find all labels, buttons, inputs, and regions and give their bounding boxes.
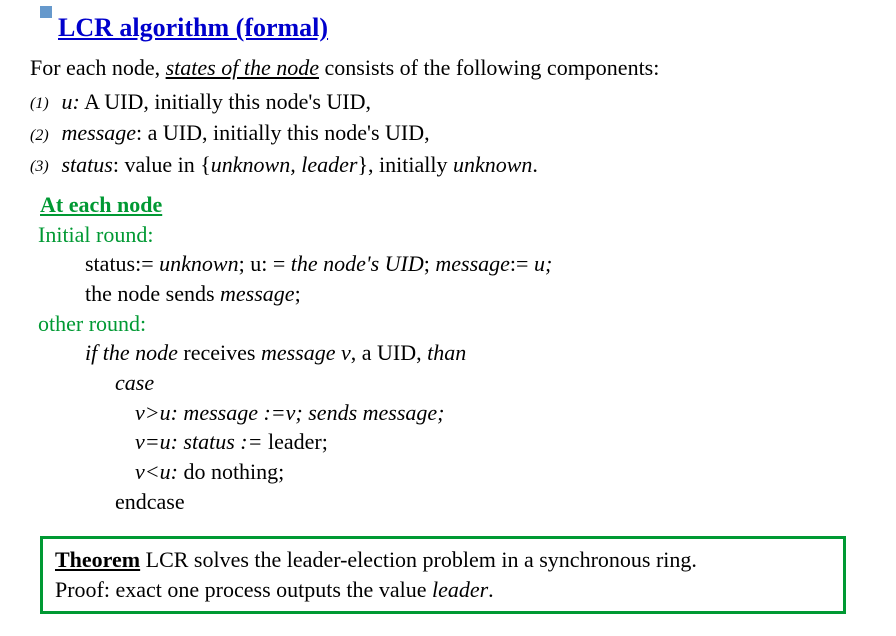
term-u: u: [62, 89, 80, 114]
c1a: v>u: message :=v; sends message; [135, 400, 445, 425]
component-2: (2) message: a UID, initially this node'… [30, 118, 866, 148]
theorem-label: Theorem [55, 547, 140, 572]
proof-a: Proof: exact one process outputs the val… [55, 577, 432, 602]
ol1e: than [427, 340, 466, 365]
intro-prefix: For each node, [30, 55, 166, 80]
c2b: leader; [262, 429, 327, 454]
text-3e: . [532, 152, 538, 177]
il2c: ; [295, 281, 301, 306]
theorem-line: Theorem LCR solves the leader-election p… [55, 545, 831, 575]
text-3a: : value in { [113, 152, 211, 177]
il2a: the node sends [85, 281, 220, 306]
proof-line: Proof: exact one process outputs the val… [55, 575, 831, 605]
ol1a: if the node [85, 340, 178, 365]
il1g: := [510, 251, 534, 276]
text-2: : a UID, initially this node's UID, [136, 120, 430, 145]
other-line-1: if the node receives message v, a UID, t… [85, 338, 866, 368]
intro-suffix: consists of the following components: [319, 55, 659, 80]
slide-title[interactable]: LCR algorithm (formal) [40, 10, 866, 45]
num-1: (1) [30, 93, 56, 115]
component-3: (3) status: value in {unknown, leader}, … [30, 150, 866, 180]
intro-line: For each node, states of the node consis… [30, 53, 866, 83]
initial-line-1: status:= unknown; u: = the node's UID; m… [85, 249, 866, 279]
il1e: ; [424, 251, 436, 276]
il1a: status:= [85, 251, 159, 276]
text-3d: unknown [453, 152, 532, 177]
text-3c: }, initially [357, 152, 453, 177]
component-1: (1) u: A UID, initially this node's UID, [30, 87, 866, 117]
c2a: v=u: status := [135, 429, 262, 454]
initial-line-2: the node sends message; [85, 279, 866, 309]
case-keyword: case [115, 368, 866, 398]
il1d: the node's UID [291, 251, 424, 276]
ol1d: , a UID, [351, 340, 427, 365]
theorem-text: LCR solves the leader-election problem i… [140, 547, 697, 572]
il1f: message [435, 251, 510, 276]
initial-round-label: Initial round: [38, 220, 866, 250]
c3a: v<u: [135, 459, 178, 484]
other-round-label: other round: [38, 309, 866, 339]
il2b: message [220, 281, 295, 306]
at-each-node-heading: At each node [40, 190, 866, 220]
text-1: A UID, initially this node's UID, [80, 89, 371, 114]
theorem-box: Theorem LCR solves the leader-election p… [40, 536, 846, 613]
endcase-keyword: endcase [115, 487, 866, 517]
il1b: unknown [159, 251, 238, 276]
text-3b: unknown, leader [211, 152, 358, 177]
intro-states-phrase: states of the node [166, 55, 319, 80]
num-3: (3) [30, 156, 56, 178]
il1h: u; [534, 251, 552, 276]
title-text: LCR algorithm (formal) [58, 13, 328, 42]
proof-b: leader [432, 577, 488, 602]
c3b: do nothing; [178, 459, 284, 484]
case-3: v<u: do nothing; [135, 457, 866, 487]
case-2: v=u: status := leader; [135, 427, 866, 457]
case-1: v>u: message :=v; sends message; [135, 398, 866, 428]
term-message: message [62, 120, 137, 145]
proof-c: . [488, 577, 494, 602]
term-status: status [62, 152, 113, 177]
slide-content: LCR algorithm (formal) For each node, st… [30, 10, 866, 614]
bullet-square-icon [40, 6, 52, 18]
ol1c: message v [261, 340, 351, 365]
il1c: ; u: = [239, 251, 291, 276]
ol1b: receives [178, 340, 261, 365]
num-2: (2) [30, 125, 56, 147]
